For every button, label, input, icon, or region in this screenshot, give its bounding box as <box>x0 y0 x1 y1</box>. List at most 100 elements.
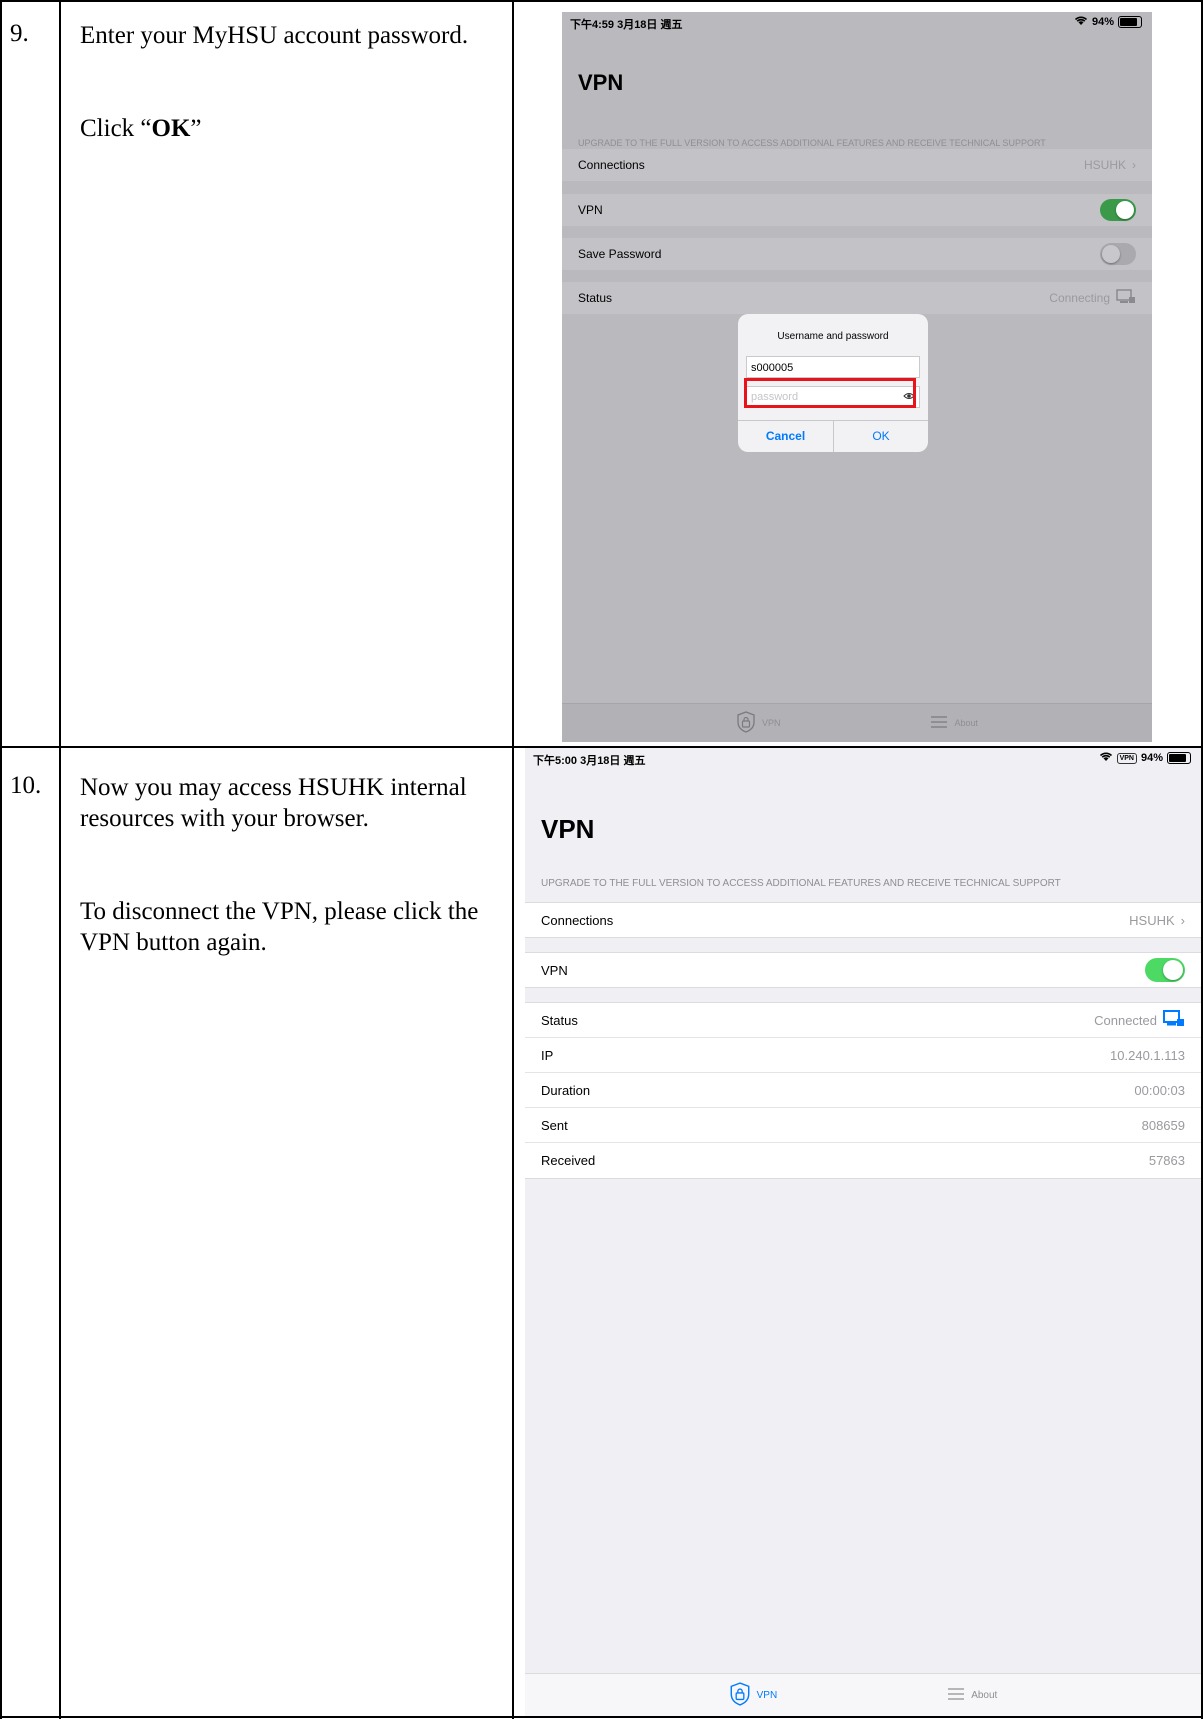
status-text: Connected <box>1094 1012 1157 1028</box>
vpn-label: VPN <box>578 203 603 217</box>
sent-label: Sent <box>541 1117 568 1133</box>
list-icon <box>930 715 948 731</box>
vpn-shield-icon <box>736 711 756 735</box>
chevron-right-icon: › <box>1132 158 1136 172</box>
status-right: VPN 94% <box>1099 751 1191 765</box>
step-instructions: Enter your MyHSU account password. Click… <box>80 20 500 144</box>
battery-icon <box>1167 752 1191 764</box>
status-bar: 下午5:00 3月18日 週五 VPN 94% <box>525 748 1201 770</box>
connections-name: HSUHK <box>1129 912 1175 928</box>
instruction-click-ok: Click “OK” <box>80 113 500 144</box>
battery-percent: 94% <box>1091 16 1114 28</box>
list-icon <box>947 1687 965 1704</box>
click-ok-emphasis: OK <box>151 115 191 142</box>
tab-about-label: About <box>971 1689 998 1701</box>
upgrade-notice[interactable]: UPGRADE TO THE FULL VERSION TO ACCESS AD… <box>578 138 1046 148</box>
toggle-knob <box>1116 201 1134 219</box>
toggle-knob <box>1163 960 1183 980</box>
status-text: Connecting <box>1049 291 1110 305</box>
toggle-knob <box>1102 245 1120 263</box>
tab-vpn-label: VPN <box>756 1689 778 1701</box>
table-border-bottom <box>0 1716 1203 1718</box>
instruction-table: 9. Enter your MyHSU account password. Cl… <box>0 0 1203 1719</box>
status-value: Connecting <box>1049 288 1136 308</box>
status-bar: 下午4:59 3月18日 週五 94% <box>562 12 1152 34</box>
duration-row: Duration 00:00:03 <box>525 1073 1201 1108</box>
vpn-toggle-row: VPN <box>562 194 1152 226</box>
screenshot-step-9: 下午4:59 3月18日 週五 94% VPN UPGRADE TO THE F… <box>562 12 1152 742</box>
click-suffix: ” <box>190 115 202 142</box>
battery-level <box>1169 754 1186 762</box>
status-row: Status Connected <box>525 1003 1201 1038</box>
table-border-top <box>0 0 1203 2</box>
connections-name: HSUHK <box>1083 158 1126 172</box>
cancel-button[interactable]: Cancel <box>738 420 833 452</box>
ip-value: 10.240.1.113 <box>1110 1047 1185 1063</box>
status-right: 94% <box>1074 15 1142 29</box>
wifi-icon <box>1099 751 1113 765</box>
save-password-toggle[interactable] <box>1100 243 1136 265</box>
screenshot-step-10: 下午5:00 3月18日 週五 VPN 94% VPN UPGRADE TO T… <box>525 748 1201 1716</box>
duration-label: Duration <box>541 1082 591 1098</box>
column-divider-screenshot <box>512 0 514 1719</box>
connections-label: Connections <box>541 912 614 928</box>
step-number: 9. <box>10 20 29 47</box>
status-label: Status <box>578 291 613 305</box>
tab-about-label: About <box>954 718 979 728</box>
tab-bar: VPN About <box>562 703 1152 742</box>
chevron-right-icon: › <box>1180 912 1185 928</box>
column-divider-number <box>59 0 61 1719</box>
connections-value: HSUHK › <box>1084 158 1136 172</box>
connections-row[interactable]: Connections HSUHK › <box>525 902 1201 938</box>
connection-details: Status Connected IP 10.240.1.113 Duratio… <box>525 1002 1201 1179</box>
instruction-line: Now you may access HSUHK internal resour… <box>80 774 467 832</box>
tab-about[interactable]: About <box>947 1687 997 1704</box>
computer-lock-icon <box>1116 288 1136 308</box>
instruction-line: To disconnect the VPN, please click the … <box>80 898 479 956</box>
tab-vpn[interactable]: VPN <box>736 711 781 735</box>
connections-label: Connections <box>578 158 645 172</box>
upgrade-notice[interactable]: UPGRADE TO THE FULL VERSION TO ACCESS AD… <box>541 878 1061 889</box>
status-label: Status <box>541 1012 578 1028</box>
battery-percent: 94% <box>1140 752 1163 764</box>
tab-vpn-label: VPN <box>761 718 781 728</box>
step-instructions: Now you may access HSUHK internal resour… <box>80 772 500 958</box>
computer-lock-icon <box>1163 1009 1185 1031</box>
save-password-label: Save Password <box>578 247 662 261</box>
tab-about[interactable]: About <box>930 715 978 731</box>
save-password-row: Save Password <box>562 238 1152 270</box>
username-field[interactable]: s000005 <box>746 356 920 378</box>
battery-icon <box>1118 16 1142 28</box>
table-border-left <box>0 0 2 1719</box>
connections-value: HSUHK › <box>1129 913 1185 928</box>
dialog-title: Username and password <box>777 331 889 342</box>
vpn-toggle-row: VPN <box>525 952 1201 988</box>
status-value: Connected <box>1094 1009 1185 1031</box>
vpn-toggle[interactable] <box>1145 958 1185 982</box>
page-title: VPN <box>578 70 624 95</box>
step-number: 10. <box>10 772 42 799</box>
click-prefix: Click “ <box>80 115 152 142</box>
vpn-toggle[interactable] <box>1100 199 1136 221</box>
tab-vpn[interactable]: VPN <box>729 1681 778 1709</box>
received-row: Received 57863 <box>525 1143 1201 1178</box>
page-title: VPN <box>541 814 595 844</box>
received-value: 57863 <box>1148 1153 1185 1168</box>
vpn-label: VPN <box>541 962 568 978</box>
status-time: 下午4:59 3月18日 週五 <box>570 19 683 31</box>
connections-row[interactable]: Connections HSUHK › <box>562 149 1152 181</box>
status-time: 下午5:00 3月18日 週五 <box>533 755 646 767</box>
ip-row: IP 10.240.1.113 <box>525 1038 1201 1073</box>
duration-value: 00:00:03 <box>1134 1082 1185 1098</box>
battery-level <box>1120 18 1137 26</box>
ok-button[interactable]: OK <box>834 420 928 452</box>
wifi-icon <box>1074 15 1088 29</box>
tab-bar: VPN About <box>525 1673 1201 1716</box>
instruction-line: Enter your MyHSU account password. <box>80 22 469 49</box>
status-row: Status Connecting <box>562 282 1152 314</box>
sent-row: Sent 808659 <box>525 1108 1201 1143</box>
sent-value: 808659 <box>1141 1117 1185 1133</box>
vpn-shield-icon <box>729 1681 751 1709</box>
received-label: Received <box>541 1153 596 1168</box>
credentials-dialog: Username and password s000005 password C… <box>738 314 928 452</box>
